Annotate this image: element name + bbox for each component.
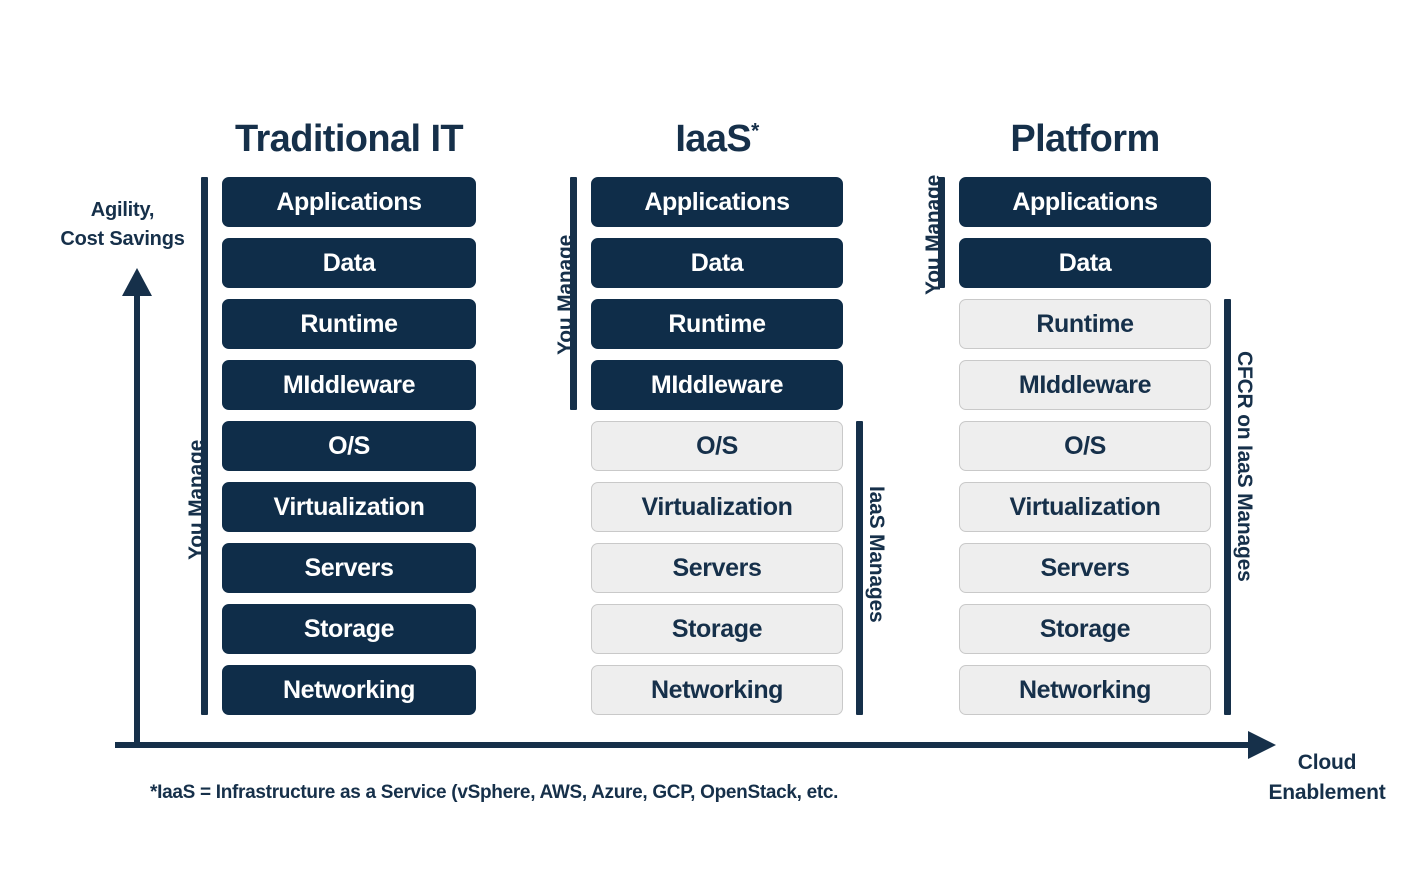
layer-box-servers[interactable]: Servers xyxy=(222,543,476,593)
bracket-bar-iaas-manages xyxy=(856,421,863,715)
layer-label: Virtualization xyxy=(641,492,793,521)
layer-box-storage[interactable]: Storage xyxy=(222,604,476,654)
layer-label: Networking xyxy=(650,675,784,704)
layer-box-virtualization[interactable]: Virtualization xyxy=(222,482,476,532)
layer-label: Runtime xyxy=(1036,309,1134,338)
layer-label: Networking xyxy=(282,675,416,704)
bracket-label-traditional-it-you-manage: You Manage xyxy=(185,439,208,560)
layer-label: MIddleware xyxy=(650,370,784,399)
layer-box-storage[interactable]: Storage xyxy=(591,604,843,654)
diagram-canvas: Agility, Cost Savings Cloud Enablement T… xyxy=(0,0,1426,876)
layer-box-os[interactable]: O/S xyxy=(591,421,843,471)
layer-box-servers[interactable]: Servers xyxy=(959,543,1211,593)
layer-box-data[interactable]: Data xyxy=(222,238,476,288)
layer-label: Virtualization xyxy=(273,492,425,521)
column-title-text: IaaS xyxy=(675,118,752,160)
layer-box-data[interactable]: Data xyxy=(959,238,1211,288)
layer-label: MIddleware xyxy=(282,370,416,399)
layer-box-runtime[interactable]: Runtime xyxy=(222,299,476,349)
x-axis-label-line1: Cloud xyxy=(1297,751,1357,774)
layer-box-runtime[interactable]: Runtime xyxy=(591,299,843,349)
vertical-axis-line xyxy=(134,288,140,748)
footnote-iaas-definition: *IaaS = Infrastructure as a Service (vSp… xyxy=(150,782,839,803)
layer-box-virtualization[interactable]: Virtualization xyxy=(959,482,1211,532)
layer-stack-iaas: Applications Data Runtime MIddleware O/S… xyxy=(591,177,843,726)
column-title-text: Platform xyxy=(1010,118,1160,160)
layer-label: Applications xyxy=(644,187,790,216)
layer-box-middleware[interactable]: MIddleware xyxy=(959,360,1211,410)
layer-label: Servers xyxy=(1040,553,1130,582)
layer-label: Servers xyxy=(304,553,394,582)
layer-label: Data xyxy=(690,248,744,277)
layer-label: Runtime xyxy=(668,309,766,338)
layer-label: Networking xyxy=(1018,675,1152,704)
layer-box-middleware[interactable]: MIddleware xyxy=(591,360,843,410)
x-axis-label-line2: Enablement xyxy=(1268,781,1386,805)
layer-box-applications[interactable]: Applications xyxy=(959,177,1211,227)
column-title-traditional-it: Traditional IT xyxy=(222,120,476,158)
layer-box-storage[interactable]: Storage xyxy=(959,604,1211,654)
layer-label: MIddleware xyxy=(1018,370,1152,399)
layer-stack-traditional-it: Applications Data Runtime MIddleware O/S… xyxy=(222,177,476,726)
layer-box-networking[interactable]: Networking xyxy=(959,665,1211,715)
layer-label: Data xyxy=(322,248,376,277)
layer-label: Applications xyxy=(276,187,422,216)
layer-box-networking[interactable]: Networking xyxy=(222,665,476,715)
layer-box-virtualization[interactable]: Virtualization xyxy=(591,482,843,532)
layer-label: O/S xyxy=(696,431,738,460)
bracket-label-platform-cfcr-on-iaas-manages: CFCR on IaaS Manages xyxy=(1233,351,1256,582)
layer-label: O/S xyxy=(1064,431,1106,460)
layer-label: Applications xyxy=(1012,187,1158,216)
x-axis-label: Cloud Enablement xyxy=(1232,748,1422,809)
bracket-label-iaas-you-manage: You Manage xyxy=(554,234,577,355)
bracket-bar-platform-cfcr-on-iaas-manages xyxy=(1224,299,1231,715)
layer-box-networking[interactable]: Networking xyxy=(591,665,843,715)
layer-label: Virtualization xyxy=(1009,492,1161,521)
layer-box-middleware[interactable]: MIddleware xyxy=(222,360,476,410)
layer-box-applications[interactable]: Applications xyxy=(222,177,476,227)
layer-box-runtime[interactable]: Runtime xyxy=(959,299,1211,349)
layer-stack-platform: Applications Data Runtime MIddleware O/S… xyxy=(959,177,1211,726)
bracket-label-platform-you-manage: You Manage xyxy=(922,174,945,295)
layer-box-os[interactable]: O/S xyxy=(222,421,476,471)
layer-box-os[interactable]: O/S xyxy=(959,421,1211,471)
column-title-text: Traditional IT xyxy=(234,118,464,160)
layer-label: Runtime xyxy=(300,309,398,338)
layer-label: Storage xyxy=(671,614,763,643)
column-title-platform: Platform xyxy=(959,120,1211,158)
column-title-superscript: * xyxy=(751,119,759,143)
layer-box-applications[interactable]: Applications xyxy=(591,177,843,227)
layer-label: Storage xyxy=(303,614,395,643)
layer-box-data[interactable]: Data xyxy=(591,238,843,288)
layer-label: Servers xyxy=(672,553,762,582)
layer-box-servers[interactable]: Servers xyxy=(591,543,843,593)
layer-label: Data xyxy=(1058,248,1112,277)
horizontal-axis-line xyxy=(115,742,1255,748)
bracket-label-iaas-manages: IaaS Manages xyxy=(865,486,888,623)
layer-label: O/S xyxy=(328,431,370,460)
column-title-iaas: IaaS* xyxy=(591,120,843,158)
layer-label: Storage xyxy=(1039,614,1131,643)
